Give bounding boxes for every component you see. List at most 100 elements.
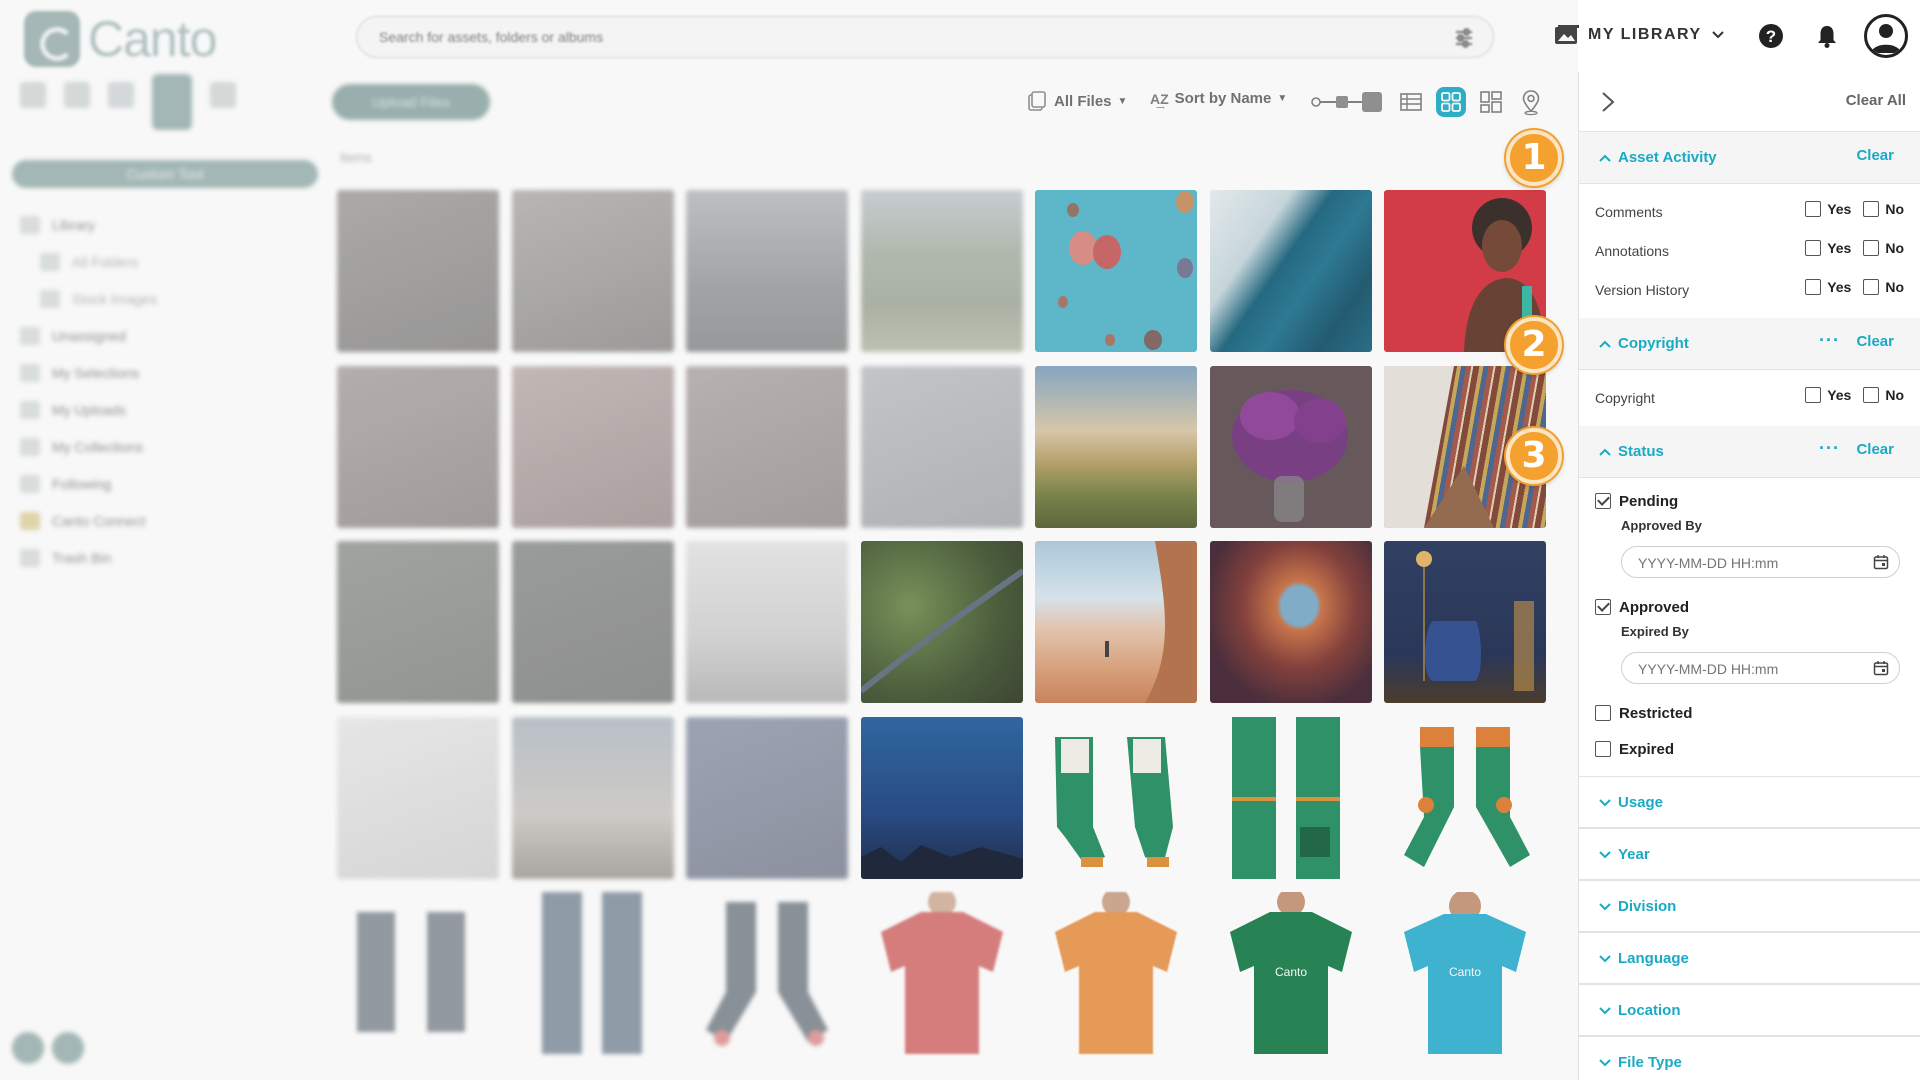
asset-thumbnail[interactable]: [860, 365, 1023, 528]
search-input[interactable]: [379, 17, 1439, 57]
expired-checkbox[interactable]: [1595, 741, 1611, 757]
qr-icon[interactable]: [108, 82, 134, 108]
asset-thumbnail-desert-canyon[interactable]: [1035, 541, 1197, 703]
clear-button[interactable]: Clear: [1856, 441, 1894, 458]
search-bar[interactable]: [356, 16, 1494, 58]
sidebar-item-trash-bin[interactable]: Trash Bin: [20, 539, 310, 576]
asset-thumbnail[interactable]: [337, 716, 499, 879]
asset-thumbnail[interactable]: [686, 716, 848, 879]
calendar-icon[interactable]: [1873, 660, 1889, 676]
clear-all-button[interactable]: Clear All: [1846, 92, 1906, 109]
clear-button[interactable]: Clear: [1856, 147, 1894, 164]
section-header-location[interactable]: Location: [1579, 984, 1920, 1036]
section-header-copyright[interactable]: Copyright ··· Clear: [1579, 318, 1920, 370]
status-expired[interactable]: Expired: [1579, 730, 1920, 766]
section-header-asset-activity[interactable]: Asset Activity Clear: [1579, 132, 1920, 184]
grid-view-button[interactable]: [1436, 87, 1466, 117]
more-options-icon[interactable]: ···: [1819, 330, 1840, 351]
asset-thumbnail-socks-flat[interactable]: [1209, 716, 1372, 879]
calendar-icon[interactable]: [64, 82, 90, 108]
section-header-status[interactable]: Status ··· Clear: [1579, 426, 1920, 478]
asset-thumbnail[interactable]: [337, 190, 499, 352]
list-view-icon[interactable]: [1396, 87, 1426, 117]
asset-thumbnail[interactable]: [337, 541, 499, 703]
asset-thumbnail-socks-gray[interactable]: [337, 892, 499, 1054]
section-header-year[interactable]: Year: [1579, 828, 1920, 880]
yes-checkbox[interactable]: [1805, 279, 1822, 295]
asset-thumbnail[interactable]: [686, 541, 848, 703]
status-pending[interactable]: Pending: [1579, 482, 1920, 518]
clear-button[interactable]: Clear: [1856, 333, 1894, 350]
no-checkbox[interactable]: [1863, 387, 1880, 403]
sync-icon[interactable]: [210, 82, 236, 108]
yes-checkbox[interactable]: [1805, 240, 1822, 256]
user-avatar-icon[interactable]: [1864, 14, 1908, 58]
asset-thumbnail-balloons-valley[interactable]: [1035, 365, 1197, 528]
asset-thumbnail-socks-navy[interactable]: [511, 892, 674, 1054]
sidebar-item-canto-connect[interactable]: Canto Connect: [20, 502, 310, 539]
expired-by-input[interactable]: [1638, 661, 1838, 677]
yes-checkbox[interactable]: [1805, 387, 1822, 403]
section-header-file-type[interactable]: File Type: [1579, 1036, 1920, 1080]
asset-thumbnail-forest-road[interactable]: [860, 541, 1023, 703]
sliders-icon[interactable]: [1453, 27, 1475, 49]
status-restricted[interactable]: Restricted: [1579, 694, 1920, 730]
asset-thumbnail[interactable]: [511, 190, 674, 352]
section-header-usage[interactable]: Usage: [1579, 776, 1920, 828]
asset-thumbnail[interactable]: [686, 190, 848, 352]
upload-files-button[interactable]: Upload Files: [332, 84, 490, 120]
approved-by-date-field[interactable]: [1621, 546, 1900, 578]
sidebar-item-my-uploads[interactable]: My Uploads: [20, 391, 310, 428]
canto-logo[interactable]: Canto: [24, 10, 217, 68]
pending-checkbox[interactable]: [1595, 493, 1611, 509]
settings-icon[interactable]: [12, 1032, 44, 1064]
sidebar-item-unassigned[interactable]: Unassigned: [20, 317, 310, 354]
asset-thumbnail-socks-red[interactable]: [686, 892, 848, 1054]
asset-thumbnail-socks-packaged[interactable]: [1035, 716, 1197, 879]
asset-thumbnail-antelope-canyon[interactable]: [1209, 541, 1372, 703]
asset-thumbnail[interactable]: [337, 365, 499, 528]
no-checkbox[interactable]: [1863, 240, 1880, 256]
chat-icon[interactable]: [52, 1032, 84, 1064]
sort-dropdown[interactable]: A͢Z Sort by Name ▼: [1150, 90, 1287, 107]
no-checkbox[interactable]: [1863, 279, 1880, 295]
asset-thumbnail-tshirt-teal[interactable]: Canto: [1384, 892, 1546, 1054]
asset-thumbnail-socks-orange[interactable]: [1384, 716, 1546, 879]
asset-thumbnail[interactable]: [686, 365, 848, 528]
no-checkbox[interactable]: [1863, 201, 1880, 217]
restricted-checkbox[interactable]: [1595, 705, 1611, 721]
yes-checkbox[interactable]: [1805, 201, 1822, 217]
approved-checkbox[interactable]: [1595, 599, 1611, 615]
calendar-icon[interactable]: [1873, 554, 1889, 570]
sidebar-item-following[interactable]: Following: [20, 465, 310, 502]
custom-tool-button[interactable]: Custom Tool: [12, 160, 318, 188]
library-switcher[interactable]: MY LIBRARY: [1554, 24, 1726, 46]
breadcrumb[interactable]: Items: [340, 150, 372, 165]
sidebar-item-my-selections[interactable]: My Selections: [20, 354, 310, 391]
bell-icon[interactable]: [1814, 23, 1840, 49]
all-icon[interactable]: [20, 82, 46, 108]
asset-thumbnail-hot-air-balloons[interactable]: [1035, 190, 1197, 352]
masonry-view-icon[interactable]: [1476, 87, 1506, 117]
help-icon[interactable]: ?: [1758, 23, 1784, 49]
asset-thumbnail-purple-flowers[interactable]: [1209, 365, 1372, 528]
asset-thumbnail[interactable]: [511, 541, 674, 703]
expired-by-date-field[interactable]: [1621, 652, 1900, 684]
user-icon[interactable]: [152, 74, 192, 130]
asset-thumbnail-tshirt-orange[interactable]: [1035, 892, 1197, 1054]
asset-thumbnail[interactable]: [511, 716, 674, 879]
map-pin-icon[interactable]: [1516, 87, 1546, 117]
section-header-division[interactable]: Division: [1579, 880, 1920, 932]
section-header-language[interactable]: Language: [1579, 932, 1920, 984]
asset-thumbnail-ocean-waves[interactable]: [1209, 190, 1372, 352]
sidebar-item-all-folders[interactable]: All Folders: [20, 243, 310, 280]
asset-thumbnail-blue-interior[interactable]: [1384, 541, 1546, 703]
chevron-right-icon[interactable]: [1597, 90, 1619, 114]
thumbnail-size-slider[interactable]: [1310, 87, 1384, 117]
files-filter-dropdown[interactable]: All Files ▼: [1026, 90, 1127, 112]
sidebar-item-library[interactable]: Library: [20, 206, 310, 243]
sidebar-item-my-collections[interactable]: My Collections: [20, 428, 310, 465]
asset-thumbnail[interactable]: [860, 190, 1023, 352]
asset-thumbnail-tshirt-red[interactable]: [860, 892, 1023, 1054]
sidebar-item-stock-images[interactable]: Stock Images: [20, 280, 310, 317]
